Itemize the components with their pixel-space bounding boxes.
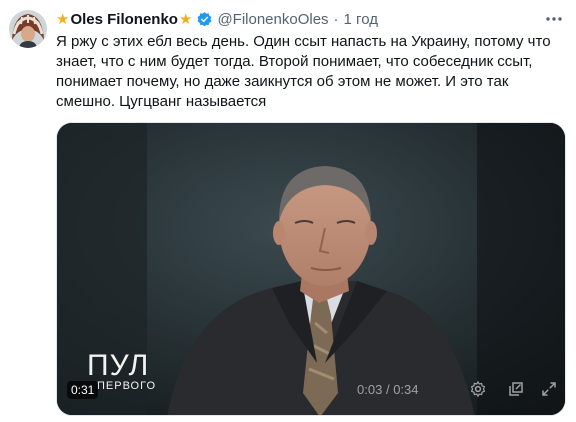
tweet-timestamp[interactable]: 1 год [344,11,378,28]
tweet[interactable]: ★ Oles Filonenko ★ @FilonenkoOles · 1 го… [0,0,576,422]
star-emoji-icon: ★ [178,10,193,28]
separator-dot: · [333,10,339,28]
tweet-header: ★ Oles Filonenko ★ @FilonenkoOles · 1 го… [56,9,378,29]
more-options-icon[interactable] [544,9,564,29]
pop-out-icon[interactable] [505,378,527,400]
avatar[interactable] [9,10,47,48]
watermark-subtitle: ПЕРВОГО [97,380,157,392]
video-time-separator: / [385,382,390,397]
watermark-title: ПУЛ [87,349,150,382]
video-current-time: 0:03 [357,382,383,397]
video-player[interactable]: ПУЛ ПЕРВОГО 0:31 0:03 / 0:34 [56,122,566,416]
verified-badge-icon[interactable] [196,11,213,28]
tweet-text: Я ржу с этих ебл весь день. Один ссыт на… [56,33,551,110]
star-emoji-icon: ★ [56,10,70,28]
gear-icon[interactable] [467,378,489,400]
video-duration: 0:34 [393,382,419,397]
video-elapsed-badge: 0:31 [67,381,99,399]
author-handle[interactable]: @FilonenkoOles [217,11,328,28]
author-name[interactable]: Oles Filonenko [70,11,178,28]
fullscreen-icon[interactable] [538,378,560,400]
video-time-display: 0:03 / 0:34 [357,382,419,397]
avatar-image [9,10,47,48]
